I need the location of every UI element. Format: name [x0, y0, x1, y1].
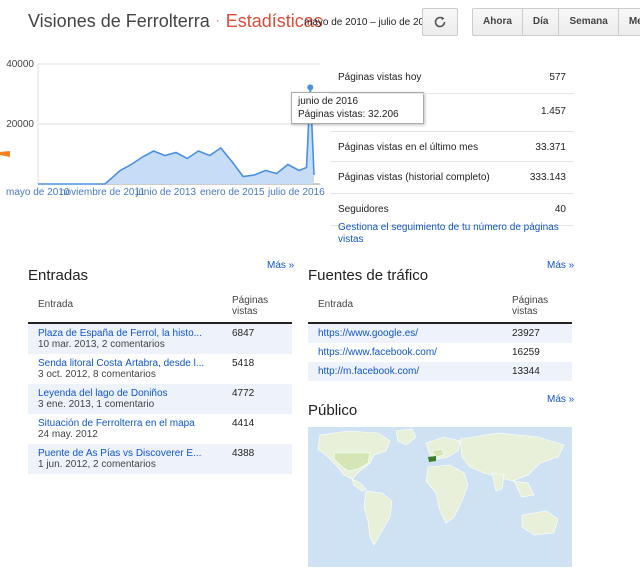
traffic-title: Fuentes de tráfico	[308, 267, 429, 284]
traffic-views: 16259	[512, 347, 540, 358]
table-row: https://www.google.es/ 23927	[308, 324, 572, 343]
audience-more-link[interactable]: Más »	[547, 394, 574, 405]
period-now-button[interactable]: Ahora	[473, 9, 523, 35]
stat-label: Páginas vistas hoy	[338, 72, 422, 83]
stat-value: 33.371	[535, 142, 566, 153]
stat-row: Páginas vistas (historial completo) 333.…	[330, 162, 574, 194]
stat-value: 333.143	[529, 172, 566, 183]
table-row: Senda litoral Costa Ártabra, desde l... …	[28, 354, 292, 384]
table-row: Situación de Ferrolterra en el mapa 24 m…	[28, 414, 292, 444]
traffic-views: 13344	[512, 366, 540, 377]
table-row: Plaza de España de Ferrol, la histo... 1…	[28, 324, 292, 354]
x-tick-label: noviembre de 2011	[60, 187, 145, 198]
pageviews-chart: 40000 20000 mayo de 2010 noviembre de 2011 j…	[0, 52, 325, 204]
entry-views: 6847	[232, 328, 255, 339]
entry-title-link[interactable]: Puente de As Pías vs Discoverer E...	[38, 448, 208, 459]
traffic-col-views: Páginas vistas	[512, 295, 549, 317]
title-separator: ·	[215, 13, 220, 27]
entry-views: 5418	[232, 358, 255, 369]
x-tick-label: junio de 2013	[135, 187, 196, 198]
y-tick-label: 40000	[6, 59, 34, 70]
entry-title-link[interactable]: Leyenda del lago de Doniños	[38, 388, 208, 399]
traffic-source-link[interactable]: https://www.facebook.com/	[318, 347, 437, 358]
blog-name[interactable]: Visiones de Ferrolterra	[28, 11, 210, 31]
stat-value: 577	[549, 72, 566, 83]
header: Visiones de Ferrolterra · Estadísticas may…	[0, 0, 640, 46]
pageviews-chart-svg: 4000020000mayo de 2010noviembre de 2011j…	[6, 59, 325, 198]
traffic-views: 23927	[512, 328, 540, 339]
entries-col-views: Páginas vistas	[232, 295, 269, 317]
entries-col-entry: Entrada	[38, 299, 74, 310]
traffic-source-link[interactable]: https://www.google.es/	[318, 328, 418, 339]
audience-title: Público	[308, 402, 358, 419]
data-point-highlight	[307, 84, 314, 91]
entry-meta: 24 may. 2012	[38, 429, 98, 440]
refresh-icon	[434, 16, 446, 28]
stat-value: 1.457	[540, 106, 566, 117]
traffic-table-header: Entrada Páginas vistas	[308, 294, 572, 324]
x-tick-label: enero de 2015	[200, 187, 265, 198]
stats-summary: Páginas vistas hoy 577 1.457 Páginas vis…	[330, 62, 574, 226]
refresh-button[interactable]	[422, 8, 458, 36]
audience-world-map	[308, 427, 572, 567]
stat-label: Páginas vistas en el último mes	[338, 142, 479, 153]
period-month-button[interactable]: Mes	[619, 9, 640, 35]
table-row: http://m.facebook.com/ 13344	[308, 362, 572, 381]
period-week-button[interactable]: Semana	[559, 9, 619, 35]
entry-views: 4388	[232, 448, 255, 459]
stat-value: 40	[554, 204, 566, 215]
entry-title-link[interactable]: Plaza de España de Ferrol, la histo...	[38, 328, 208, 339]
table-row: https://www.facebook.com/ 16259	[308, 343, 572, 362]
date-range: mayo de 2010 – julio de 2016	[304, 17, 436, 28]
traffic-source-link[interactable]: http://m.facebook.com/	[318, 366, 419, 377]
stat-row: Páginas vistas hoy 577	[330, 62, 574, 94]
y-tick-label: 20000	[6, 119, 34, 130]
entries-title: Entradas	[28, 267, 89, 284]
stat-row: Páginas vistas en el último mes 33.371	[330, 132, 574, 162]
entries-more-link[interactable]: Más »	[267, 260, 294, 271]
manage-pageview-tracking-link[interactable]: Gestiona el seguimiento de tu número de …	[338, 222, 568, 246]
entry-meta: 10 mar. 2013, 2 comentarios	[38, 339, 165, 350]
entry-meta: 3 oct. 2012, 8 comentarios	[38, 369, 156, 380]
period-selector: Ahora Día Semana Mes	[472, 8, 640, 36]
entry-views: 4414	[232, 418, 255, 429]
entry-views: 4772	[232, 388, 255, 399]
orange-marker-icon	[0, 151, 10, 157]
stat-row: 1.457	[330, 94, 574, 132]
entry-meta: 1 jun. 2012, 2 comentarios	[38, 459, 156, 470]
traffic-more-link[interactable]: Más »	[547, 260, 574, 271]
period-day-button[interactable]: Día	[523, 9, 560, 35]
x-tick-label: julio de 2016	[267, 187, 325, 198]
page-title: Visiones de Ferrolterra · Estadísticas	[28, 11, 323, 32]
entry-title-link[interactable]: Situación de Ferrolterra en el mapa	[38, 418, 208, 429]
traffic-col-entry: Entrada	[318, 299, 354, 310]
stat-label: Seguidores	[338, 204, 389, 215]
map-spain	[428, 456, 436, 462]
entry-meta: 3 ene. 2013, 1 comentario	[38, 399, 155, 410]
stat-label: Páginas vistas (historial completo)	[338, 172, 490, 183]
entry-title-link[interactable]: Senda litoral Costa Ártabra, desde l...	[38, 358, 208, 369]
entries-table-header: Entrada Páginas vistas	[28, 294, 292, 324]
table-row: Leyenda del lago de Doniños 3 ene. 2013,…	[28, 384, 292, 414]
series-area	[38, 87, 314, 184]
table-row: Puente de As Pías vs Discoverer E... 1 j…	[28, 444, 292, 474]
